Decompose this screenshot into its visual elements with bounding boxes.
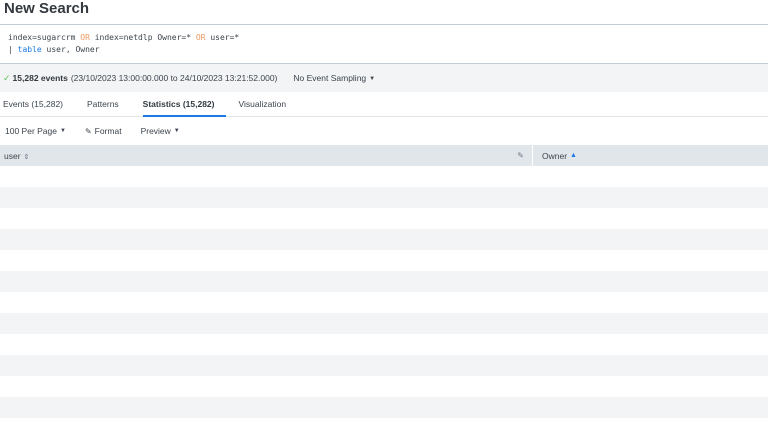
page-title: New Search (4, 0, 90, 17)
caret-down-icon: ▼ (173, 128, 180, 134)
cell-owner (533, 334, 768, 355)
search-query-input[interactable]: index=sugarcrm OR index=netdlp Owner=* O… (0, 24, 768, 64)
cell-owner (533, 250, 768, 271)
event-sampling-dropdown[interactable]: No Event Sampling ▼ (293, 73, 375, 83)
preview-label: Preview (140, 126, 171, 136)
table-row (0, 397, 768, 418)
time-range: (23/10/2023 13:00:00.000 to 24/10/2023 1… (70, 73, 278, 83)
query-token: index=netdlp Owner=* (89, 33, 196, 42)
preview-dropdown[interactable]: Preview ▼ (141, 126, 180, 136)
cell-user (0, 166, 533, 187)
per-page-dropdown[interactable]: 100 Per Page ▼ (5, 126, 66, 136)
results-toolbar: 100 Per Page ▼ ✎ Format Preview ▼ (0, 117, 768, 145)
cell-user (0, 418, 533, 439)
cell-owner (533, 313, 768, 334)
format-button[interactable]: ✎ Format (85, 126, 122, 136)
per-page-label: 100 Per Page (5, 126, 57, 136)
column-header-user-label: user (4, 150, 21, 161)
cell-owner (533, 187, 768, 208)
table-row (0, 187, 768, 208)
column-header-owner[interactable]: Owner ▲ (533, 145, 768, 166)
table-row (0, 418, 768, 439)
cell-user (0, 313, 533, 334)
table-row (0, 208, 768, 229)
column-header-owner-label: Owner (542, 150, 568, 161)
query-token: user=* (205, 33, 240, 42)
tab-statistics[interactable]: Statistics (15,282) (140, 92, 226, 117)
event-count: 15,282 events (12, 73, 68, 83)
format-label: Format (94, 126, 122, 136)
tab-visualization[interactable]: Visualization (236, 92, 298, 116)
table-row (0, 292, 768, 313)
table-row (0, 229, 768, 250)
check-icon: ✓ (3, 72, 11, 83)
cell-user (0, 397, 533, 418)
cell-owner (533, 355, 768, 376)
query-token: | (8, 45, 18, 54)
pencil-icon: ✎ (84, 126, 92, 136)
cell-owner (533, 208, 768, 229)
table-body (0, 166, 768, 444)
sort-ascending-icon: ▲ (570, 152, 577, 159)
table-row (0, 313, 768, 334)
query-token: OR (195, 33, 206, 42)
caret-down-icon: ▼ (369, 76, 376, 82)
table-row (0, 271, 768, 292)
cell-user (0, 208, 533, 229)
cell-owner (533, 376, 768, 397)
table-row (0, 166, 768, 187)
search-status-bar: ✓ 15,282 events (23/10/2023 13:00:00.000… (0, 64, 768, 92)
cell-owner (533, 271, 768, 292)
tab-events[interactable]: Events (15,282) (0, 92, 74, 116)
table-row (0, 250, 768, 271)
table-header: user ⇕ ✎ Owner ▲ (0, 145, 768, 166)
cell-user (0, 187, 533, 208)
cell-user (0, 250, 533, 271)
cell-owner (533, 292, 768, 313)
cell-user (0, 376, 533, 397)
table-row (0, 376, 768, 397)
cell-user (0, 355, 533, 376)
column-header-user[interactable]: user ⇕ ✎ (0, 145, 533, 166)
cell-owner (533, 229, 768, 250)
edit-column-icon[interactable]: ✎ (517, 151, 524, 160)
cell-owner (533, 397, 768, 418)
query-token: index=sugarcrm (8, 33, 81, 42)
cell-user (0, 334, 533, 355)
sort-unsorted-icon: ⇕ (23, 153, 30, 161)
cell-user (0, 292, 533, 313)
cell-user (0, 229, 533, 250)
results-tabs: Events (15,282) Patterns Statistics (15,28… (0, 92, 768, 117)
cell-owner (533, 166, 768, 187)
table-row (0, 355, 768, 376)
search-query-line-1: index=sugarcrm OR index=netdlp Owner=* O… (8, 32, 760, 44)
query-token: table (17, 45, 42, 54)
table-row (0, 334, 768, 355)
query-token: OR (80, 33, 90, 42)
tab-patterns[interactable]: Patterns (84, 92, 130, 116)
event-sampling-label: No Event Sampling (293, 73, 367, 83)
search-query-line-2: | table user, Owner (8, 44, 760, 56)
caret-down-icon: ▼ (59, 128, 66, 134)
cell-owner (533, 418, 768, 439)
query-token: user, Owner (41, 45, 100, 54)
cell-user (0, 271, 533, 292)
